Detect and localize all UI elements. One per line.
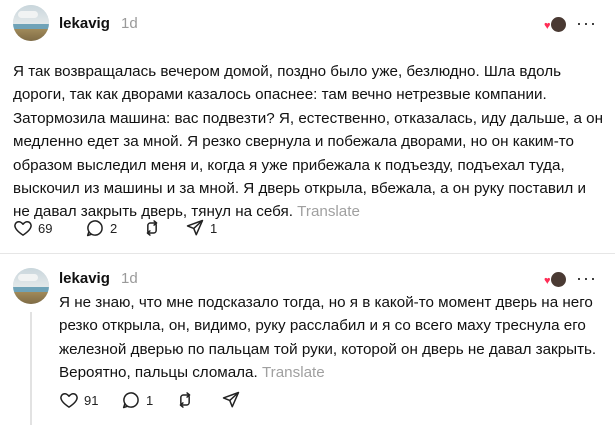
liked-by-author-badge: ♥	[544, 272, 566, 288]
post-actions: 69 2 1	[13, 216, 313, 240]
repost-icon	[146, 220, 158, 236]
author-avatar-icon	[551, 272, 566, 287]
post-1: lekavig 1d ♥ ··· Я так возвращалась вече…	[0, 0, 615, 260]
like-count: 69	[38, 220, 53, 236]
heart-icon	[14, 221, 32, 236]
post-2: lekavig 1d ♥ ··· Я не знаю, что мне подс…	[0, 255, 615, 425]
author-avatar-icon	[551, 17, 566, 32]
reply-button[interactable]: 1	[121, 388, 153, 412]
heart-icon: ♥	[544, 275, 551, 287]
post-text: Я не знаю, что мне подсказало тогда, но …	[59, 291, 599, 385]
post-time[interactable]: 1d	[121, 15, 138, 32]
reply-count: 2	[110, 220, 118, 236]
share-button[interactable]	[221, 388, 241, 412]
repost-button[interactable]	[142, 216, 162, 240]
post-text-content: Я не знаю, что мне подсказало тогда, но …	[59, 294, 597, 382]
thread-line	[30, 312, 32, 425]
reply-button[interactable]: 2	[85, 216, 117, 240]
like-count: 91	[84, 392, 99, 408]
post-text-content: Я так возвращалась вечером домой, поздно…	[13, 63, 603, 221]
heart-icon	[60, 393, 78, 408]
more-options-button[interactable]: ···	[576, 14, 597, 32]
post-divider	[0, 253, 615, 254]
like-button[interactable]: 69	[13, 216, 52, 240]
comment-icon	[86, 220, 103, 237]
post-text: Я так возвращалась вечером домой, поздно…	[13, 60, 603, 224]
reply-count: 1	[146, 392, 154, 408]
post-actions: 91 1	[59, 388, 309, 412]
heart-icon: ♥	[544, 20, 551, 32]
send-icon	[186, 219, 204, 236]
send-icon	[222, 391, 240, 408]
more-options-button[interactable]: ···	[576, 269, 597, 287]
username[interactable]: lekavig	[59, 270, 110, 287]
translate-link[interactable]: Translate	[262, 364, 325, 381]
share-button[interactable]: 1	[185, 216, 217, 240]
avatar[interactable]	[13, 268, 49, 304]
share-count: 1	[210, 220, 218, 236]
repost-icon	[179, 392, 191, 408]
repost-button[interactable]	[175, 388, 195, 412]
comment-icon	[122, 392, 139, 409]
avatar[interactable]	[13, 5, 49, 41]
post-time[interactable]: 1d	[121, 270, 138, 287]
username[interactable]: lekavig	[59, 15, 110, 32]
like-button[interactable]: 91	[59, 388, 98, 412]
liked-by-author-badge: ♥	[544, 17, 566, 33]
